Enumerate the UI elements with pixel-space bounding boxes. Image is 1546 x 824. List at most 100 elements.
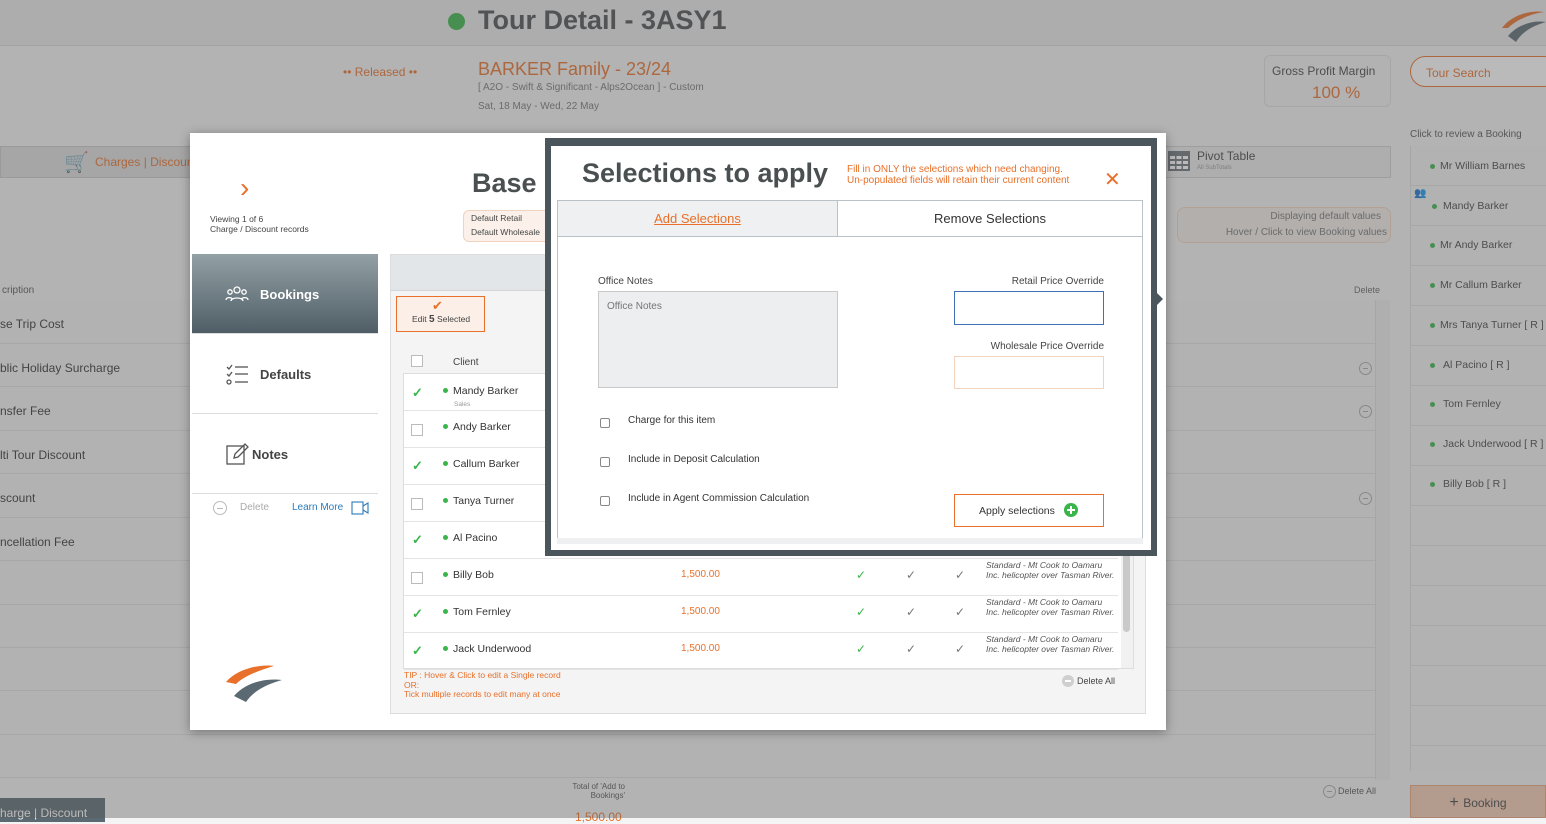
video-icon[interactable] bbox=[351, 501, 369, 515]
check-icon: ✓ bbox=[856, 568, 867, 582]
selections-body-footer bbox=[557, 538, 1143, 544]
selections-note-line2: Un-populated fields will retain their cu… bbox=[847, 175, 1070, 186]
checklist-icon bbox=[226, 364, 248, 385]
client-description: Standard - Mt Cook to Oamaru Inc. helico… bbox=[986, 560, 1115, 580]
retail-override-input[interactable] bbox=[954, 291, 1104, 325]
default-retail-label: Default Retail bbox=[471, 213, 523, 223]
status-dot bbox=[443, 424, 448, 429]
chevron-right-icon[interactable]: › bbox=[240, 172, 249, 204]
status-dot bbox=[443, 498, 448, 503]
nav-bookings-label: Bookings bbox=[260, 287, 320, 302]
edit-count: 5 bbox=[429, 314, 435, 325]
deposit-label: Include in Deposit Calculation bbox=[628, 454, 760, 465]
brand-logo bbox=[226, 665, 282, 702]
apply-selections-button[interactable]: Apply selections bbox=[954, 494, 1104, 527]
client-amount: 1,500.00 bbox=[681, 643, 720, 654]
row-checkbox[interactable] bbox=[411, 498, 423, 510]
client-name: Mandy Barker bbox=[453, 385, 519, 397]
check-icon[interactable]: ✓ bbox=[412, 458, 423, 474]
check-icon: ✓ bbox=[906, 568, 917, 582]
group-icon bbox=[225, 286, 249, 302]
client-description: Standard - Mt Cook to Oamaru Inc. helico… bbox=[986, 634, 1115, 654]
status-dot bbox=[443, 646, 448, 651]
tab-remove-selections-label: Remove Selections bbox=[934, 211, 1046, 226]
learn-more-link[interactable]: Learn More bbox=[292, 502, 343, 513]
client-name: Andy Barker bbox=[453, 421, 511, 433]
delete-all-link[interactable]: Delete All bbox=[1077, 676, 1115, 686]
status-dot bbox=[443, 572, 448, 577]
office-notes-input[interactable] bbox=[598, 291, 838, 388]
client-name: Tom Fernley bbox=[453, 606, 511, 618]
check-icon: ✓ bbox=[906, 642, 917, 656]
clients-scrollbar-thumb[interactable] bbox=[1123, 545, 1130, 632]
selections-title: Selections to apply bbox=[582, 158, 829, 188]
status-dot bbox=[443, 535, 448, 540]
retail-override-label: Retail Price Override bbox=[1011, 276, 1104, 287]
nav-defaults-label: Defaults bbox=[260, 367, 312, 382]
selections-note: Fill in ONLY the selections which need c… bbox=[847, 164, 1069, 186]
record-counter-line2: Charge / Discount records bbox=[210, 224, 309, 234]
deposit-checkbox[interactable] bbox=[600, 457, 610, 467]
edit-prefix: Edit bbox=[412, 314, 427, 324]
check-icon[interactable]: ✓ bbox=[412, 532, 423, 548]
check-icon: ✔ bbox=[432, 298, 443, 313]
selections-note-line1: Fill in ONLY the selections which need c… bbox=[847, 164, 1063, 175]
client-description: Standard - Mt Cook to Oamaru Inc. helico… bbox=[986, 597, 1115, 617]
record-counter-line1: Viewing 1 of 6 bbox=[210, 214, 264, 224]
select-all-checkbox[interactable] bbox=[411, 355, 423, 367]
default-wholesale-label: Default Wholesale bbox=[471, 227, 540, 237]
commission-checkbox[interactable] bbox=[600, 496, 610, 506]
plus-circle-icon bbox=[1064, 503, 1078, 517]
check-icon: ✓ bbox=[906, 605, 917, 619]
delete-all-icon[interactable] bbox=[1062, 675, 1074, 687]
edit-selected-label: Edit 5 Selected bbox=[412, 314, 470, 325]
office-notes-label: Office Notes bbox=[598, 276, 653, 287]
client-amount: 1,500.00 bbox=[681, 569, 720, 580]
client-name: Tanya Turner bbox=[453, 495, 515, 507]
tip-text: TIP : Hover & Click to edit a Single rec… bbox=[404, 670, 561, 700]
edit-suffix: Selected bbox=[436, 314, 471, 324]
check-icon[interactable]: ✓ bbox=[412, 606, 423, 622]
check-icon[interactable]: ✓ bbox=[412, 643, 423, 659]
charge-item-label: Charge for this item bbox=[628, 415, 716, 426]
client-name: Callum Barker bbox=[453, 458, 520, 470]
tip-line3: Tick multiple records to edit many at on… bbox=[404, 689, 561, 699]
commission-label: Include in Agent Commission Calculation bbox=[628, 493, 810, 504]
check-icon: ✓ bbox=[955, 605, 966, 619]
table-row[interactable]: ✓ Jack Underwood 1,500.00 ✓ ✓ ✓ Standard… bbox=[404, 633, 1118, 670]
table-row[interactable]: ✓ Tom Fernley 1,500.00 ✓ ✓ ✓ Standard - … bbox=[404, 596, 1118, 633]
client-sub: Sales bbox=[454, 401, 471, 408]
check-icon: ✓ bbox=[856, 605, 867, 619]
check-icon: ✓ bbox=[856, 642, 867, 656]
tip-line1: TIP : Hover & Click to edit a Single rec… bbox=[404, 670, 561, 680]
wholesale-override-input[interactable] bbox=[954, 356, 1104, 389]
row-checkbox[interactable] bbox=[411, 424, 423, 436]
edit-note-icon bbox=[226, 443, 249, 465]
record-counter: Viewing 1 of 6 Charge / Discount records bbox=[210, 214, 309, 234]
tab-add-selections-label: Add Selections bbox=[654, 211, 741, 226]
status-dot bbox=[443, 461, 448, 466]
client-column-header: Client bbox=[453, 357, 479, 368]
nav-defaults[interactable]: Defaults bbox=[192, 334, 378, 414]
nav-bookings[interactable]: Bookings bbox=[192, 254, 378, 334]
client-amount: 1,500.00 bbox=[681, 606, 720, 617]
check-icon: ✓ bbox=[955, 642, 966, 656]
wholesale-override-label: Wholesale Price Override bbox=[990, 341, 1104, 352]
nav-notes[interactable]: Notes bbox=[192, 414, 378, 494]
modal-title: Base bbox=[472, 168, 537, 198]
client-name: Jack Underwood bbox=[453, 643, 532, 655]
modal-pointer bbox=[1154, 290, 1163, 308]
charge-item-checkbox[interactable] bbox=[600, 418, 610, 428]
check-icon: ✓ bbox=[955, 568, 966, 582]
delete-link[interactable]: Delete bbox=[240, 502, 269, 513]
check-icon[interactable]: ✓ bbox=[412, 385, 423, 401]
status-dot bbox=[443, 388, 448, 393]
client-name: Billy Bob bbox=[453, 569, 494, 581]
close-icon[interactable]: ✕ bbox=[1104, 167, 1121, 192]
row-checkbox[interactable] bbox=[411, 572, 423, 584]
delete-icon[interactable] bbox=[213, 501, 227, 515]
client-name: Al Pacino bbox=[453, 532, 498, 544]
table-row[interactable]: Billy Bob 1,500.00 ✓ ✓ ✓ Standard - Mt C… bbox=[404, 559, 1118, 596]
nav-notes-label: Notes bbox=[252, 447, 289, 462]
status-dot bbox=[443, 609, 448, 614]
